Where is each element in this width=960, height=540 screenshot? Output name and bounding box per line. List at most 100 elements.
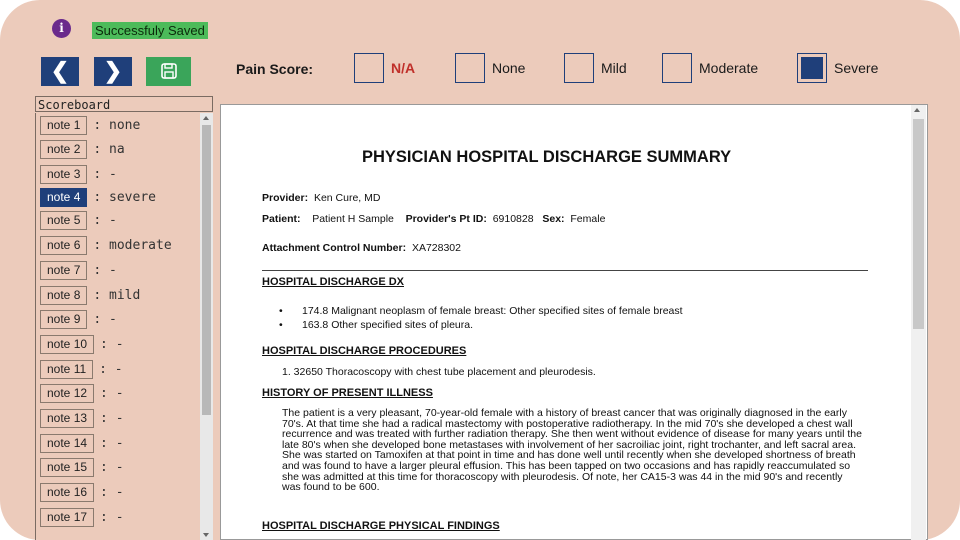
note-score: : - bbox=[93, 263, 117, 278]
note-score: : - bbox=[93, 213, 117, 228]
note-score: : - bbox=[100, 460, 124, 475]
note-row: note 9 : - bbox=[40, 310, 117, 330]
pt-id-label: Provider's Pt ID: bbox=[405, 213, 487, 225]
note-score: : none bbox=[93, 118, 141, 133]
provider-value: Ken Cure, MD bbox=[313, 192, 381, 204]
dx-heading: HOSPITAL DISCHARGE DX bbox=[262, 276, 404, 288]
note-button[interactable]: note 14 bbox=[40, 434, 95, 453]
sex-label: Sex: bbox=[542, 213, 565, 225]
note-button-active[interactable]: note 4 bbox=[40, 188, 88, 207]
pain-checkbox-none[interactable] bbox=[455, 53, 485, 83]
scoreboard-list: note 1 : none note 2 : na note 3 : - note 4… bbox=[35, 113, 200, 540]
document-scrollbar[interactable] bbox=[911, 105, 926, 540]
note-score: : - bbox=[100, 485, 124, 500]
note-button[interactable]: note 5 bbox=[40, 211, 88, 230]
dx-item: 163.8 Other specified sites of pleura. bbox=[279, 319, 473, 331]
hpi-paragraph: The patient is a very pleasant, 70-year-… bbox=[282, 407, 862, 494]
note-score: : mild bbox=[93, 288, 141, 303]
physical-findings-heading: HOSPITAL DISCHARGE PHYSICAL FINDINGS bbox=[262, 520, 500, 532]
note-row: note 13 : - bbox=[40, 409, 124, 429]
pain-option-label: Moderate bbox=[699, 60, 759, 76]
pain-checkbox-moderate[interactable] bbox=[662, 53, 692, 83]
pain-option-label: Mild bbox=[601, 60, 627, 76]
scroll-up-icon[interactable] bbox=[203, 116, 209, 120]
patient-value: Patient H Sample bbox=[312, 213, 394, 225]
save-button[interactable] bbox=[146, 57, 191, 86]
document-title: PHYSICIAN HOSPITAL DISCHARGE SUMMARY bbox=[362, 148, 732, 166]
procedures-heading: HOSPITAL DISCHARGE PROCEDURES bbox=[262, 345, 467, 357]
note-row: note 5 : - bbox=[40, 211, 117, 231]
note-row: note 1 : none bbox=[40, 116, 140, 136]
note-button[interactable]: note 9 bbox=[40, 310, 88, 329]
note-score: : - bbox=[99, 362, 123, 377]
patient-field: Patient: Patient H Sample Provider's Pt … bbox=[262, 213, 605, 225]
note-button[interactable]: note 13 bbox=[40, 409, 95, 428]
acn-label: Attachment Control Number: bbox=[262, 242, 407, 254]
next-note-button[interactable]: ❯ bbox=[94, 57, 132, 86]
pain-score-label: Pain Score: bbox=[236, 61, 314, 77]
scroll-down-icon[interactable] bbox=[203, 533, 209, 537]
pain-checkbox-na[interactable] bbox=[354, 53, 384, 83]
note-button[interactable]: note 8 bbox=[40, 286, 88, 305]
note-row: note 3 : - bbox=[40, 165, 117, 185]
note-row: note 6 : moderate bbox=[40, 236, 172, 256]
note-button[interactable]: note 10 bbox=[40, 335, 95, 354]
previous-note-button[interactable]: ❮ bbox=[41, 57, 79, 86]
note-button[interactable]: note 11 bbox=[40, 360, 94, 379]
note-button[interactable]: note 12 bbox=[40, 384, 95, 403]
note-score: : - bbox=[100, 436, 124, 451]
note-score: : severe bbox=[93, 190, 156, 205]
pain-option-label: N/A bbox=[391, 60, 416, 76]
note-row: note 8 : mild bbox=[40, 286, 140, 306]
provider-field: Provider: Ken Cure, MD bbox=[262, 192, 380, 204]
scoreboard-scrollbar[interactable] bbox=[200, 113, 213, 540]
pain-checkbox-severe[interactable] bbox=[797, 53, 827, 83]
acn-field: Attachment Control Number: XA728302 bbox=[262, 242, 461, 254]
note-row: note 2 : na bbox=[40, 140, 125, 160]
note-score: : na bbox=[93, 142, 125, 157]
note-button[interactable]: note 1 bbox=[40, 116, 88, 135]
scoreboard-panel: Scoreboard note 1 : none note 2 : na note … bbox=[35, 96, 215, 540]
note-button[interactable]: note 17 bbox=[40, 508, 95, 527]
note-button[interactable]: note 15 bbox=[40, 458, 95, 477]
note-button[interactable]: note 6 bbox=[40, 236, 88, 255]
pain-option-label: None bbox=[492, 60, 526, 76]
note-row: note 12 : - bbox=[40, 384, 124, 404]
note-button[interactable]: note 7 bbox=[40, 261, 88, 280]
note-row: note 14 : - bbox=[40, 434, 124, 454]
pt-id-value: 6910828 bbox=[492, 213, 534, 225]
hpi-heading: HISTORY OF PRESENT ILLNESS bbox=[262, 387, 433, 399]
acn-value: XA728302 bbox=[411, 242, 461, 254]
note-score: : - bbox=[93, 312, 117, 327]
note-row: note 11 : - bbox=[40, 360, 123, 380]
note-score: : - bbox=[100, 411, 124, 426]
save-status-message: Successfuly Saved bbox=[92, 22, 208, 39]
divider bbox=[262, 270, 868, 271]
sex-value: Female bbox=[570, 213, 606, 225]
pain-option-label: Severe bbox=[834, 60, 879, 76]
note-button[interactable]: note 3 bbox=[40, 165, 88, 184]
patient-label: Patient: bbox=[262, 213, 301, 225]
provider-label: Provider: bbox=[262, 192, 309, 204]
note-button[interactable]: note 16 bbox=[40, 483, 95, 502]
note-score: : - bbox=[93, 167, 117, 182]
note-row: note 4 : severe bbox=[40, 188, 156, 208]
note-score: : - bbox=[100, 337, 124, 352]
scoreboard-title: Scoreboard bbox=[35, 96, 213, 112]
note-score: : - bbox=[100, 510, 124, 525]
note-row: note 7 : - bbox=[40, 261, 117, 281]
pain-checkbox-mild[interactable] bbox=[564, 53, 594, 83]
scroll-up-icon[interactable] bbox=[914, 108, 920, 112]
note-row: note 16 : - bbox=[40, 483, 124, 503]
note-score: : moderate bbox=[93, 238, 172, 253]
floppy-disk-icon bbox=[161, 63, 177, 79]
note-row: note 17 : - bbox=[40, 508, 124, 528]
dx-item: 174.8 Malignant neoplasm of female breas… bbox=[279, 305, 683, 317]
note-row: note 10 : - bbox=[40, 335, 124, 355]
procedure-item: 1. 32650 Thoracoscopy with chest tube pl… bbox=[282, 366, 596, 378]
scrollbar-thumb[interactable] bbox=[202, 125, 211, 415]
note-button[interactable]: note 2 bbox=[40, 140, 88, 159]
note-score: : - bbox=[100, 386, 124, 401]
info-icon: i bbox=[52, 19, 71, 38]
scrollbar-thumb[interactable] bbox=[913, 119, 924, 329]
